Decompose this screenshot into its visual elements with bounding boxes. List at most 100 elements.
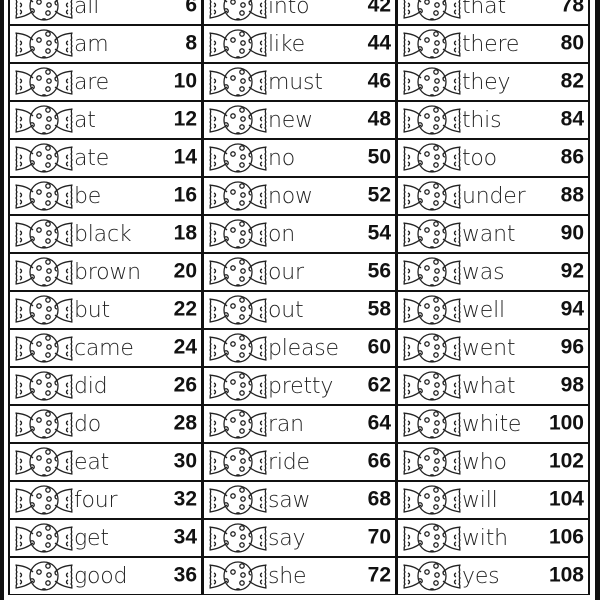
candy-icon	[206, 139, 270, 177]
sight-word: eat	[74, 449, 110, 475]
word-row: please 60	[202, 329, 396, 367]
word-row: ate 14	[8, 139, 202, 177]
word-row: was 92	[396, 253, 590, 291]
word-row: good 36	[8, 557, 202, 595]
candy-icon	[400, 443, 464, 481]
sight-word: she	[268, 563, 307, 589]
sight-word: black	[74, 221, 132, 247]
candy-icon	[400, 215, 464, 253]
sight-word: did	[74, 373, 108, 399]
word-row: our 56	[202, 253, 396, 291]
word-number: 92	[560, 259, 584, 283]
sight-word: they	[462, 69, 511, 95]
word-number: 26	[173, 373, 197, 397]
candy-icon	[12, 215, 76, 253]
sight-word: but	[74, 297, 110, 323]
word-number: 64	[367, 411, 391, 435]
candy-icon	[400, 253, 464, 291]
sight-word: are	[74, 69, 109, 95]
word-row: pretty 62	[202, 367, 396, 405]
sight-word: no	[268, 145, 296, 171]
sight-word: will	[462, 487, 498, 513]
word-row: want 90	[396, 215, 590, 253]
candy-icon	[400, 481, 464, 519]
candy-icon	[206, 329, 270, 367]
word-row: must 46	[202, 63, 396, 101]
candy-icon	[12, 291, 76, 329]
word-number: 10	[173, 69, 197, 93]
candy-icon	[206, 101, 270, 139]
word-row: white 100	[396, 405, 590, 443]
candy-icon	[206, 215, 270, 253]
candy-icon	[206, 519, 270, 557]
candy-icon	[206, 291, 270, 329]
candy-icon	[206, 557, 270, 595]
word-row: be 16	[8, 177, 202, 215]
word-row: like 44	[202, 25, 396, 63]
word-row: out 58	[202, 291, 396, 329]
word-row: now 52	[202, 177, 396, 215]
word-number: 70	[367, 525, 391, 549]
candy-icon	[400, 25, 464, 63]
sight-word: do	[74, 411, 102, 437]
word-row: new 48	[202, 101, 396, 139]
word-number: 12	[173, 107, 197, 131]
candy-icon	[400, 177, 464, 215]
sight-word: at	[74, 107, 96, 133]
word-number: 46	[367, 69, 391, 93]
candy-icon	[12, 367, 76, 405]
word-number: 78	[560, 0, 584, 17]
word-number: 30	[173, 449, 197, 473]
word-number: 106	[548, 525, 584, 549]
word-row: well 94	[396, 291, 590, 329]
sight-word: saw	[268, 487, 311, 513]
sight-word: went	[462, 335, 516, 361]
candy-icon	[400, 101, 464, 139]
word-number: 72	[367, 563, 391, 587]
word-row: did 26	[8, 367, 202, 405]
word-row: four 32	[8, 481, 202, 519]
candy-icon	[12, 329, 76, 367]
candy-icon	[206, 177, 270, 215]
candy-icon	[12, 253, 76, 291]
word-number: 82	[560, 69, 584, 93]
word-row: yes 108	[396, 557, 590, 595]
sight-word: that	[462, 0, 506, 19]
word-number: 22	[173, 297, 197, 321]
word-row: but 22	[8, 291, 202, 329]
sight-word: want	[462, 221, 516, 247]
word-number: 54	[367, 221, 391, 245]
candy-icon	[12, 25, 76, 63]
word-row: are 10	[8, 63, 202, 101]
word-number: 36	[173, 563, 197, 587]
sight-word: brown	[74, 259, 141, 285]
word-number: 24	[173, 335, 197, 359]
word-row: into 42	[202, 0, 396, 25]
candy-icon	[400, 63, 464, 101]
word-number: 94	[560, 297, 584, 321]
word-row: ran 64	[202, 405, 396, 443]
word-row: she 72	[202, 557, 396, 595]
word-row: that 78	[396, 0, 590, 25]
word-number: 34	[173, 525, 197, 549]
sight-word: all	[74, 0, 100, 19]
candy-icon	[12, 0, 76, 25]
candy-icon	[400, 329, 464, 367]
word-number: 62	[367, 373, 391, 397]
word-row: came 24	[8, 329, 202, 367]
sight-word: good	[74, 563, 128, 589]
word-row: at 12	[8, 101, 202, 139]
sight-word: new	[268, 107, 313, 133]
word-column: all 6 am 8 are 10 at 12 ate 14 be 16 bla…	[8, 0, 202, 595]
word-number: 108	[548, 563, 584, 587]
candy-icon	[206, 405, 270, 443]
word-number: 80	[560, 31, 584, 55]
word-number: 86	[560, 145, 584, 169]
sight-word: must	[268, 69, 323, 95]
word-number: 84	[560, 107, 584, 131]
word-row: this 84	[396, 101, 590, 139]
sight-word: like	[268, 31, 305, 57]
word-number: 16	[173, 183, 197, 207]
candy-icon	[206, 443, 270, 481]
candy-icon	[206, 0, 270, 25]
